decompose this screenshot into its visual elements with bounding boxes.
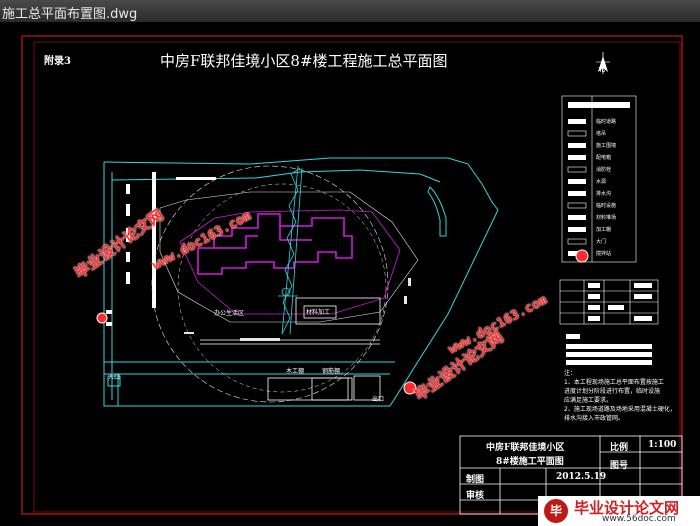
window-title: 施工总平面布置图.dwg: [2, 7, 138, 22]
notes-head: 注：: [564, 370, 577, 377]
legend-label: 大门: [596, 239, 607, 245]
legend-label: 临时设施: [596, 203, 617, 209]
cad-viewport[interactable]: 附录3 中房F联邦佳境小区8#楼工程施工总平面图 北 办公生活区 材料加工 木工…: [0, 22, 700, 526]
legend-symbol: [568, 119, 586, 124]
drawing-inner-frame: [33, 41, 681, 513]
tb-check-label: 审核: [466, 491, 485, 501]
legend-symbol: [568, 215, 586, 220]
notes-line: 排水沟接入市政管网。: [564, 415, 625, 422]
tb-scale-label: 比例: [610, 443, 629, 453]
legend-label: 加工棚: [596, 227, 612, 233]
legend-label: 排水沟: [596, 191, 612, 197]
crane-radius-inner: [177, 183, 387, 393]
tb-date: 2012.5.19: [556, 472, 607, 482]
label-shed2: 钢筋棚: [322, 368, 341, 375]
cad-drawing-canvas[interactable]: [0, 22, 700, 526]
legend-header: [568, 102, 630, 108]
notes-block: 注： 1、本工程现场施工总平面布置按施工 进度计划分阶段进行布置，临时设施 应满…: [564, 368, 676, 422]
notes-line: 进度计划分阶段进行布置，临时设施: [564, 388, 661, 395]
legend-symbol: [567, 238, 587, 245]
legend-label: 搅拌站: [596, 251, 612, 257]
legend-symbol: [568, 143, 586, 148]
legend-label: 施工围墙: [596, 143, 617, 149]
legend-label: 水源: [596, 179, 607, 185]
tower-crane: [278, 165, 303, 335]
legend-label: 配电箱: [596, 155, 612, 161]
notes-line: 2、施工现场道路及场地采用混凝土硬化，: [564, 406, 676, 413]
north-label: 北: [598, 65, 605, 73]
tb-project: 中房F联邦佳境小区: [486, 443, 565, 453]
label-gate-out: 出口: [372, 396, 385, 403]
legend-symbol: [568, 179, 586, 184]
notes-line: 1、本工程现场施工总平面布置按施工: [564, 379, 664, 386]
tb-drawn-label: 制图: [466, 475, 485, 485]
legend-symbol: [568, 227, 586, 232]
notes-line: 应满足施工要求。: [564, 397, 613, 404]
annex-label: 附录3: [44, 56, 71, 67]
legend-label: 材料堆场: [596, 215, 617, 221]
text-blocks: [566, 334, 652, 365]
logo-mark-icon: 毕: [544, 499, 568, 523]
logo-url: www.56doc.com: [602, 514, 676, 524]
site-logo: 毕 毕业设计论文网 www.56doc.com: [538, 496, 700, 526]
crane-radius: [151, 165, 389, 403]
window-titlebar: 施工总平面布置图.dwg: [0, 0, 700, 23]
label-gate-in: 入口: [108, 374, 121, 381]
tb-scale-value: 1:100: [648, 440, 677, 450]
label-yard: 材料加工: [306, 309, 331, 316]
legend-label: 塔吊: [596, 131, 607, 137]
tb-sheet-label: 图号: [610, 461, 629, 471]
legend-label: 消防栓: [596, 167, 612, 173]
tb-drawing: 8#楼施工平面图: [496, 457, 564, 467]
legend-label: 临时道路: [596, 119, 617, 125]
legend-symbol: [567, 166, 587, 173]
legend-symbol: [568, 191, 586, 196]
legend-symbol: [567, 130, 587, 137]
drawing-title: 中房F联邦佳境小区8#楼工程施工总平面图: [160, 52, 448, 70]
legend-symbol: [567, 202, 587, 209]
legend-symbol: [568, 155, 586, 160]
label-shed1: 木工棚: [286, 368, 305, 375]
label-office: 办公生活区: [214, 310, 245, 317]
